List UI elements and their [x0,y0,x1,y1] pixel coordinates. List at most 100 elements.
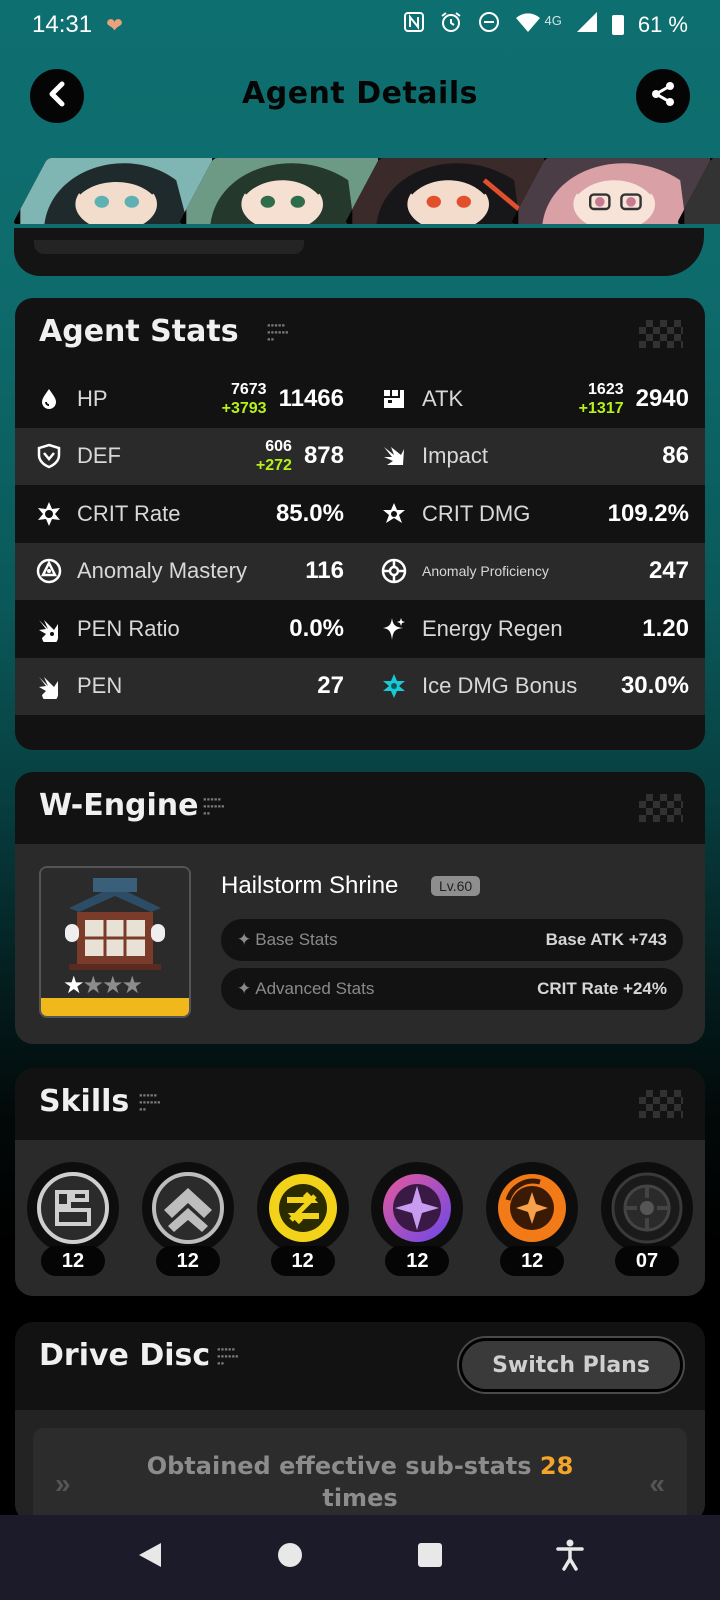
stat-value: 0.0% [289,614,344,642]
anomaly-proficiency-icon [380,557,408,585]
stat-base: 1623 [588,380,624,398]
advanced-stats-value: CRIT Rate +24% [537,979,667,998]
wengine-title: W-Engine [39,788,199,823]
stat-def: DEF 606 +272 878 [15,428,360,486]
rarity-stars: ★★★★ [63,971,143,1000]
nav-back-button[interactable] [130,1538,170,1578]
stat-row: Anomaly Mastery 116 Anomaly Proficiency … [15,542,705,601]
atk-fist-icon [380,385,408,413]
switch-plans-button[interactable]: Switch Plans [459,1338,683,1392]
skill-level: 12 [270,1246,335,1276]
impact-icon [380,442,408,470]
top-bar: Agent Details [0,64,720,128]
stat-value: 116 [305,557,344,585]
stat-name: DEF [77,443,121,469]
obtained-count: 28 [539,1452,574,1480]
star-filled-icon: ★ [63,972,84,999]
stat-crit-rate: CRIT Rate 85.0% [15,485,360,543]
stat-row: PEN Ratio 0.0% Energy Regen 1.20 [15,600,705,658]
nav-accessibility-button[interactable] [550,1538,590,1578]
stat-value: 247 [648,557,689,585]
status-icons: 4G 61 % [403,10,688,40]
basic-attack-icon [37,1172,109,1244]
stat-parts: 1623 +1317 [579,380,624,418]
stat-bonus: +1317 [578,399,624,417]
battery-percent: 61 % [637,12,688,37]
agent-stats-card: Agent Stats ▪▪▪▪▪ ▪▪▪▪▪▪ ▪▪ HP 7673 +3793 … [15,298,705,750]
stat-atk: ATK 1623 +1317 2940 [360,370,705,428]
stat-row: HP 7673 +3793 11466 ATK 1623 +1317 2940 [15,370,705,428]
stat-value: 109.2% [607,499,689,527]
stat-name: Energy Regen [422,615,563,641]
base-stats-label: Base Stats [255,930,338,949]
stat-row: DEF 606 +272 878 Impact 86 [15,427,705,486]
star-empty-icon: ★ [121,972,143,999]
skill-special-attack[interactable]: 12 [371,1162,464,1292]
chain-attack-icon [498,1174,567,1242]
drive-disc-title: Drive Disc [39,1338,211,1373]
share-button[interactable] [636,69,690,123]
triangle-back-icon [137,1541,163,1574]
advanced-stats-label: Advanced Stats [255,979,375,998]
nav-home-button[interactable] [270,1538,310,1578]
panel-tab [34,240,304,254]
stat-name: ATK [422,385,464,411]
stat-anomaly-proficiency: Anomaly Proficiency 247 [360,543,705,601]
agent-stats-title: Agent Stats [39,314,239,349]
skill-level: 12 [155,1246,220,1276]
nav-recents-button[interactable] [410,1538,450,1578]
stat-ice-dmg-bonus: Ice DMG Bonus 30.0% [360,658,705,716]
ice-star-icon [380,672,408,700]
stat-breakdown: 7673 +3793 11466 [222,380,344,418]
agent-portrait [186,158,379,224]
agent-stats-header: Agent Stats ▪▪▪▪▪ ▪▪▪▪▪▪ ▪▪ [15,298,705,370]
stat-crit-dmg: CRIT DMG 109.2% [360,485,705,543]
skill-ring [371,1162,464,1254]
stat-breakdown: 606 +272 878 [256,437,344,475]
circle-home-icon [277,1542,303,1573]
drive-disc-card: Drive Disc ▪▪▪▪▪ ▪▪▪▪▪▪ ▪▪ Switch Plans » … [15,1322,705,1522]
skills-header: Skills ▪▪▪▪▪ ▪▪▪▪▪▪ ▪▪ [15,1068,705,1140]
wengine-image[interactable]: ★★★★ [39,866,191,1018]
obtained-substats-box: » Obtained effective sub-stats 28 times … [33,1428,687,1522]
stat-name: PEN Ratio [77,615,180,641]
skill-ring [27,1162,119,1254]
stat-name: CRIT DMG [422,500,531,526]
wengine-body: ★★★★ Hailstorm Shrine Lv.60 ✦ Base Stats… [15,844,705,1044]
logo-mark-icon: ▪▪▪▪▪ ▪▪▪▪▪▪ ▪▪ [217,1346,239,1367]
star-empty-icon: ★ [82,972,104,999]
heart-icon: ❤ [106,14,123,37]
skills-card: Skills ▪▪▪▪▪ ▪▪▪▪▪▪ ▪▪ 12 12 12 12 12 07 [15,1068,705,1296]
checker-pattern-icon [639,320,683,348]
network-type: 4G [544,12,562,28]
stat-name: Impact [422,443,489,469]
skill-ring [141,1162,234,1254]
stat-value: 878 [303,442,344,470]
stat-name: Ice DMG Bonus [422,673,578,699]
pen-icon [35,672,63,700]
wengine-name: Hailstorm Shrine [221,872,399,899]
stats-table: HP 7673 +3793 11466 ATK 1623 +1317 2940 … [15,370,705,715]
skill-assist[interactable]: 12 [256,1162,349,1292]
stat-pen: PEN 27 [15,658,360,716]
skill-dodge[interactable]: 12 [141,1162,234,1292]
stat-breakdown: 1623 +1317 2940 [579,380,689,418]
stat-name: CRIT Rate [77,500,181,526]
sparkle-icon: ✦ [237,979,252,998]
stat-name: PEN [77,673,123,699]
skill-chain-attack[interactable]: 12 [486,1162,579,1292]
stat-value: 27 [317,672,344,700]
skill-basic-attack[interactable]: 12 [27,1162,119,1292]
status-time: 14:31 [32,11,93,38]
stat-hp: HP 7673 +3793 11466 [15,370,360,428]
special-attack-icon [383,1174,452,1242]
anomaly-mastery-icon [35,557,63,585]
skill-core[interactable]: 07 [600,1162,693,1292]
stat-parts: 7673 +3793 [222,380,267,418]
page-title: Agent Details [242,76,478,111]
stat-name: HP [77,385,108,411]
stat-bonus: +3793 [221,399,267,417]
checker-pattern-icon [639,794,683,822]
hp-drop-icon [35,385,63,413]
skill-ring [600,1162,693,1254]
